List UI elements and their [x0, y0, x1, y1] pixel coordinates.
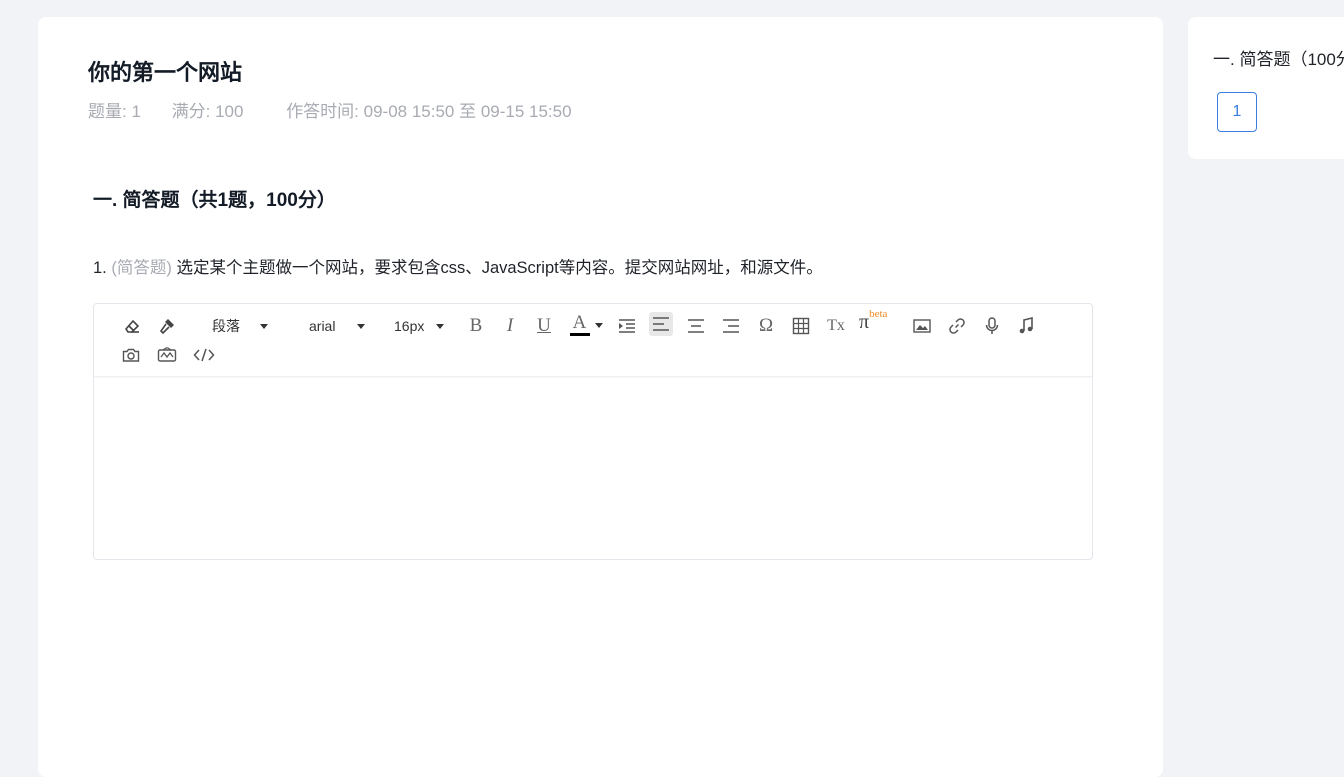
eraser-icon[interactable] — [120, 314, 144, 338]
beta-badge: beta — [869, 308, 888, 320]
special-char-button[interactable]: Ω — [754, 314, 778, 338]
question-nav-button[interactable]: 1 — [1217, 92, 1257, 132]
question-count: 题量: 1 — [88, 102, 141, 121]
sheet-section-title: 一. 简答题（100分） — [1213, 50, 1344, 69]
align-right-icon[interactable] — [719, 314, 743, 338]
align-center-icon[interactable] — [684, 314, 708, 338]
pi-icon: π — [859, 310, 870, 333]
exam-title: 你的第一个网站 — [88, 60, 243, 85]
question-text: 选定某个主题做一个网站，要求包含css、JavaScript等内容。提交网站网址… — [176, 259, 823, 277]
paragraph-dropdown[interactable]: 段落 — [212, 314, 268, 338]
answer-time: 作答时间: 09-08 15:50 至 09-15 15:50 — [286, 102, 572, 121]
bold-button[interactable]: B — [466, 314, 486, 338]
question-stem: 1. (简答题) 选定某个主题做一个网站，要求包含css、JavaScript等… — [93, 254, 823, 278]
code-icon[interactable] — [191, 343, 217, 367]
font-color-button[interactable]: A — [568, 313, 604, 337]
format-painter-icon[interactable] — [155, 314, 179, 338]
music-icon[interactable] — [1014, 314, 1038, 338]
section-title: 一. 简答题（共1题，100分） — [93, 190, 336, 211]
underline-button[interactable]: U — [534, 314, 554, 338]
exam-card: 你的第一个网站 题量: 1 满分: 100 作答时间: 09-08 15:50 … — [38, 17, 1163, 777]
chevron-down-icon — [594, 322, 603, 328]
answer-sheet: 一. 简答题（100分） 1 — [1188, 17, 1344, 159]
chevron-down-icon — [436, 323, 445, 329]
microphone-icon[interactable] — [980, 314, 1004, 338]
table-icon[interactable] — [789, 314, 813, 338]
paragraph-label: 段落 — [212, 318, 240, 334]
signature-icon[interactable] — [155, 343, 179, 367]
italic-button[interactable]: I — [500, 314, 520, 338]
answer-editor: 段落 arial 16px B I U A Ω Tx π beta — [93, 303, 1093, 560]
camera-icon[interactable] — [119, 343, 143, 367]
font-color-letter: A — [572, 312, 587, 333]
font-size-dropdown[interactable]: 16px — [394, 314, 445, 338]
exam-meta: 题量: 1 满分: 100 作答时间: 09-08 15:50 至 09-15 … — [88, 97, 572, 122]
font-family-label: arial — [309, 318, 336, 334]
answer-input[interactable] — [94, 377, 1092, 559]
formula-button[interactable]: π beta — [859, 308, 899, 334]
clear-format-button[interactable]: Tx — [824, 314, 848, 338]
chevron-down-icon — [357, 323, 366, 329]
link-icon[interactable] — [945, 314, 969, 338]
question-number: 1. — [93, 259, 107, 277]
font-color-swatch — [569, 333, 590, 336]
question-type: (简答题) — [111, 259, 172, 277]
indent-icon[interactable] — [615, 314, 639, 338]
align-left-icon[interactable] — [649, 312, 673, 336]
font-size-label: 16px — [394, 318, 425, 334]
font-family-dropdown[interactable]: arial — [309, 314, 366, 338]
chevron-down-icon — [260, 323, 268, 329]
image-icon[interactable] — [910, 314, 934, 338]
editor-toolbar: 段落 arial 16px B I U A Ω Tx π beta — [94, 304, 1092, 377]
total-score: 满分: 100 — [171, 102, 244, 121]
